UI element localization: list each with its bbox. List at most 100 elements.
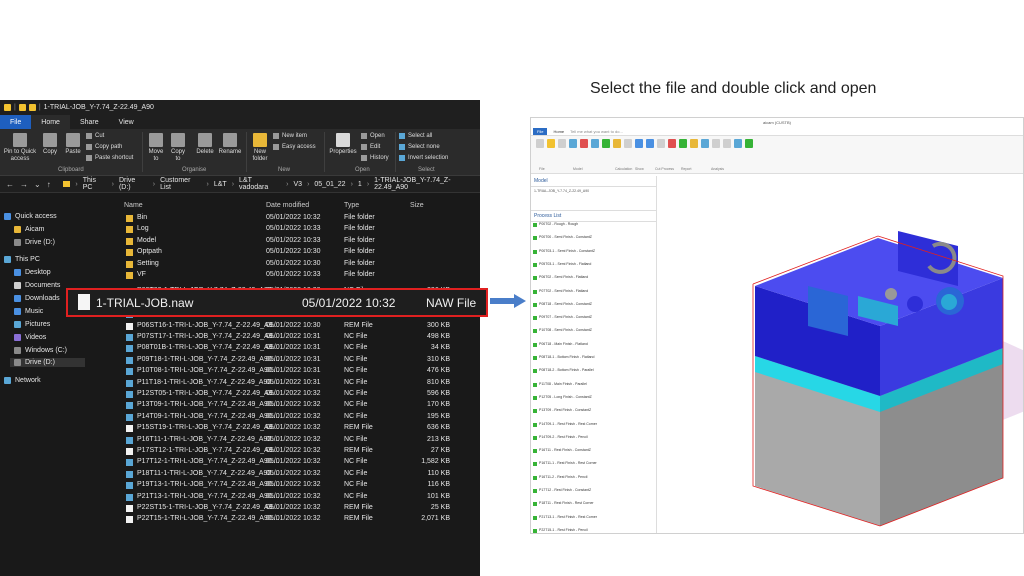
column-header-name[interactable]: Name: [124, 202, 143, 209]
process-list-item[interactable]: P16T11-2 - Rest Finish - Pencil: [533, 475, 587, 480]
process-list-item[interactable]: P18T11 - Rest Finish - Rest Corner: [533, 501, 594, 507]
file-row[interactable]: P14T09-1-TRI-L-JOB_Y-7.74_Z-22.49_A90...…: [116, 412, 480, 423]
app-ribbon-button[interactable]: [711, 139, 721, 157]
file-row[interactable]: P16T11-1-TRI-L-JOB_Y-7.74_Z-22.49_A90...…: [116, 435, 480, 446]
up-arrow-icon[interactable]: ↑: [47, 180, 51, 189]
file-row[interactable]: P13T09-1-TRI-L-JOB_Y-7.74_Z-22.49_A90...…: [116, 400, 480, 411]
crumb-lt-vadodara[interactable]: L&T vadodara: [239, 177, 281, 191]
3d-viewport[interactable]: [658, 176, 1023, 533]
folder-row[interactable]: VF 05/01/2022 10:33 File folder: [116, 270, 480, 281]
process-list-item[interactable]: P11T08 - Main Finish - Parallel: [533, 382, 587, 387]
file-row[interactable]: P06ST16-1-TRI-L-JOB_Y-7.74_Z-22.49_A9...…: [116, 321, 480, 332]
file-row[interactable]: P12ST05-1-TRI-L-JOB_Y-7.74_Z-22.49_A9...…: [116, 389, 480, 400]
new-folder-button[interactable]: New folder: [250, 133, 270, 163]
chevron-down-icon[interactable]: ⌄: [34, 180, 41, 189]
file-row[interactable]: P22T15-1-TRI-L-JOB_Y-7.74_Z-22.49_A90...…: [116, 514, 480, 525]
back-arrow-icon[interactable]: ←: [6, 180, 14, 189]
sidebar-item-windows-c[interactable]: Windows (C:): [14, 347, 67, 354]
folder-row[interactable]: Setting 05/01/2022 10:30 File folder: [116, 259, 480, 270]
app-ribbon-button[interactable]: [722, 139, 732, 157]
rename-button[interactable]: Rename: [218, 133, 242, 156]
column-header-type[interactable]: Type: [344, 202, 359, 209]
app-ribbon-button[interactable]: [546, 139, 556, 157]
process-list-item[interactable]: P08T18 - Semi Finish - ConstantZ: [533, 302, 592, 307]
process-list-item[interactable]: P08T18-2 - Bottom Finish - Parallel: [533, 368, 594, 374]
file-row[interactable]: P21T13-1-TRI-L-JOB_Y-7.74_Z-22.49_A90...…: [116, 492, 480, 503]
process-list-item[interactable]: P12T05 - Long Finish - ConstantZ: [533, 395, 592, 400]
process-list-item[interactable]: P17T12 - Rest Finish - ConstantZ: [533, 488, 591, 493]
app-ribbon-button[interactable]: [667, 139, 677, 157]
copy-button[interactable]: Copy: [40, 133, 60, 156]
process-list-item[interactable]: P00T00 - Semi Finish - ConstantZ: [533, 235, 592, 241]
process-list-item[interactable]: P10T08 - Semi Finish - ConstantZ: [533, 328, 592, 334]
paste-shortcut-button[interactable]: Paste shortcut: [86, 155, 133, 161]
move-to-button[interactable]: Move to: [146, 133, 166, 163]
app-ribbon-button[interactable]: [733, 139, 743, 157]
delete-button[interactable]: Delete: [194, 133, 216, 156]
sidebar-item-quick-access[interactable]: Quick access: [4, 213, 57, 220]
app-ribbon-button[interactable]: [634, 139, 644, 157]
crumb-1[interactable]: 1: [358, 181, 362, 188]
open-button[interactable]: Open: [361, 133, 385, 139]
cut-button[interactable]: Cut: [86, 133, 104, 139]
sidebar-item-music[interactable]: Music: [14, 308, 43, 315]
new-folder-icon[interactable]: [28, 104, 36, 111]
file-row[interactable]: P07ST17-1-TRI-L-JOB_Y-7.74_Z-22.49_A9...…: [116, 332, 480, 343]
process-list-item[interactable]: P05T03-1 - Semi Finish - Flatland: [533, 262, 591, 267]
tab-share[interactable]: Share: [70, 115, 109, 129]
process-list-item[interactable]: P09T07 - Semi Finish - ConstantZ: [533, 315, 592, 321]
app-tab-home[interactable]: Home: [553, 129, 564, 134]
crumb-job-folder[interactable]: 1-TRIAL-JOB_Y-7.74_Z-22.49_A90: [374, 177, 480, 191]
sidebar-item-this-pc[interactable]: This PC: [4, 256, 40, 263]
crumb-lt[interactable]: L&T: [214, 181, 227, 188]
column-header-date[interactable]: Date modified: [266, 202, 309, 209]
app-ribbon-button[interactable]: [623, 139, 633, 157]
sidebar-item-videos[interactable]: Videos: [14, 334, 46, 341]
app-ribbon-button[interactable]: [656, 139, 666, 157]
highlighted-file-row[interactable]: 1-TRIAL-JOB.naw 05/01/2022 10:32 NAW Fil…: [66, 288, 488, 317]
app-ribbon-button[interactable]: [678, 139, 688, 157]
sidebar-item-drive-d[interactable]: Drive (D:): [14, 239, 55, 246]
select-all-button[interactable]: Select all: [399, 133, 432, 139]
pin-to-quick-access-button[interactable]: Pin to Quick access: [3, 133, 37, 163]
crumb-this-pc[interactable]: This PC: [83, 177, 107, 191]
folder-row[interactable]: Log 05/01/2022 10:33 File folder: [116, 224, 480, 235]
file-row[interactable]: P19T13-1-TRI-L-JOB_Y-7.74_Z-22.49_A90...…: [116, 480, 480, 491]
app-ribbon-button[interactable]: [568, 139, 578, 157]
file-row[interactable]: P17ST12-1-TRI-L-JOB_Y-7.74_Z-22.49_A9...…: [116, 446, 480, 457]
sidebar-item-network[interactable]: Network: [4, 377, 41, 384]
crumb-customer-list[interactable]: Customer List: [160, 177, 201, 191]
folder-row[interactable]: Bin 05/01/2022 10:32 File folder: [116, 213, 480, 224]
file-row[interactable]: P22ST15-1-TRI-L-JOB_Y-7.74_Z-22.49_A9...…: [116, 503, 480, 514]
process-list-item[interactable]: P08T18-1 - Bottom Finish - Flatland: [533, 355, 594, 360]
crumb-drive[interactable]: Drive (D:): [119, 177, 148, 191]
process-list-item[interactable]: P21T13-1 - Rest Finish - Rest Corner: [533, 515, 597, 520]
file-row[interactable]: P17T12-1-TRI-L-JOB_Y-7.74_Z-22.49_A90...…: [116, 457, 480, 468]
sidebar-item-pictures[interactable]: Pictures: [14, 321, 50, 328]
process-list-item[interactable]: P06T02 - Semi Finish - Flatland: [533, 275, 588, 281]
app-tab-file[interactable]: File: [533, 127, 548, 135]
app-ribbon-button[interactable]: [612, 139, 622, 157]
copy-to-button[interactable]: Copy to: [168, 133, 188, 163]
process-list-item[interactable]: P14T09-1 - Rest Finish - Rest Corner: [533, 422, 597, 427]
crumb-v3[interactable]: V3: [294, 181, 303, 188]
sidebar-item-documents[interactable]: Documents: [14, 282, 60, 289]
process-list-item[interactable]: P00T03-1 - Semi Finish - ConstantZ: [533, 249, 595, 254]
app-ribbon-button[interactable]: [601, 139, 611, 157]
folder-row[interactable]: Model 05/01/2022 10:33 File folder: [116, 236, 480, 247]
invert-selection-button[interactable]: Invert selection: [399, 155, 448, 161]
tab-file[interactable]: File: [0, 115, 32, 129]
crumb-date-folder[interactable]: 05_01_22: [314, 181, 345, 188]
new-item-button[interactable]: New item: [273, 133, 307, 139]
properties-icon[interactable]: [18, 104, 26, 111]
process-list-item[interactable]: P22T15-1 - Rest Finish - Pencil: [533, 528, 588, 533]
folder-row[interactable]: Optpath 05/01/2022 10:30 File folder: [116, 247, 480, 258]
sidebar-item-drive-d-selected[interactable]: Drive (D:): [10, 358, 85, 367]
app-ribbon-button[interactable]: [645, 139, 655, 157]
tab-view[interactable]: View: [109, 115, 144, 129]
forward-arrow-icon[interactable]: →: [20, 180, 28, 189]
app-ribbon-button[interactable]: [689, 139, 699, 157]
process-list-item[interactable]: P14T09-2 - Rest Finish - Pencil: [533, 435, 588, 440]
process-list-item[interactable]: P13T09 - Rest Finish - ConstantZ: [533, 408, 591, 414]
file-row[interactable]: P11T18-1-TRI-L-JOB_Y-7.74_Z-22.49_A90...…: [116, 378, 480, 389]
